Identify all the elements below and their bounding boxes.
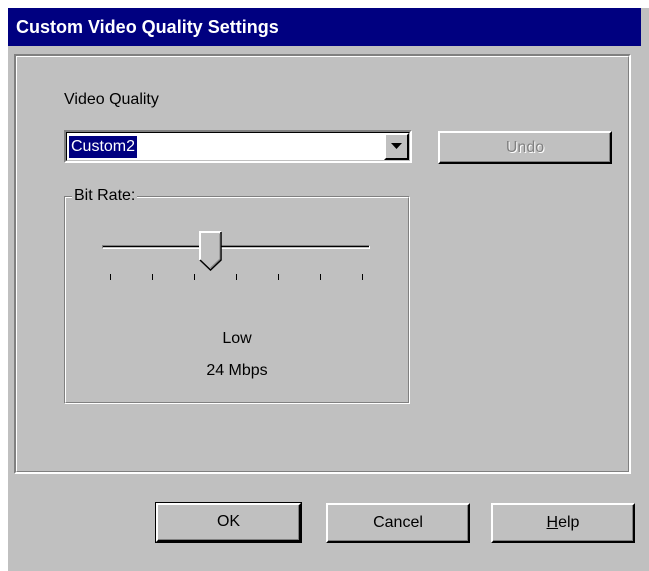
bit-rate-slider-track[interactable] (102, 245, 370, 249)
bit-rate-level: Low (222, 330, 252, 347)
chevron-down-icon (391, 143, 402, 149)
dropdown-button[interactable] (384, 133, 409, 160)
slider-thumb-icon[interactable] (199, 231, 223, 271)
slider-tick (236, 274, 237, 280)
undo-button[interactable]: Undo (438, 131, 612, 164)
title-bar[interactable]: Custom Video Quality Settings (8, 8, 641, 46)
video-quality-selected: Custom2 (69, 136, 138, 158)
slider-tick (110, 274, 111, 280)
window-title: Custom Video Quality Settings (16, 17, 279, 37)
bit-rate-legend: Bit Rate: (72, 187, 138, 205)
slider-tick (320, 274, 321, 280)
slider-tick (362, 274, 363, 280)
slider-tick (194, 274, 195, 280)
ok-button[interactable]: OK (155, 502, 302, 543)
slider-tick (278, 274, 279, 280)
slider-tick (152, 274, 153, 280)
cancel-button[interactable]: Cancel (326, 503, 470, 543)
video-quality-dropdown[interactable]: Custom2 (64, 130, 412, 163)
help-label: Help (546, 514, 580, 531)
video-quality-label: Video Quality (64, 91, 159, 108)
bit-rate-value: 24 Mbps (206, 362, 268, 379)
help-button[interactable]: Help (491, 503, 635, 543)
